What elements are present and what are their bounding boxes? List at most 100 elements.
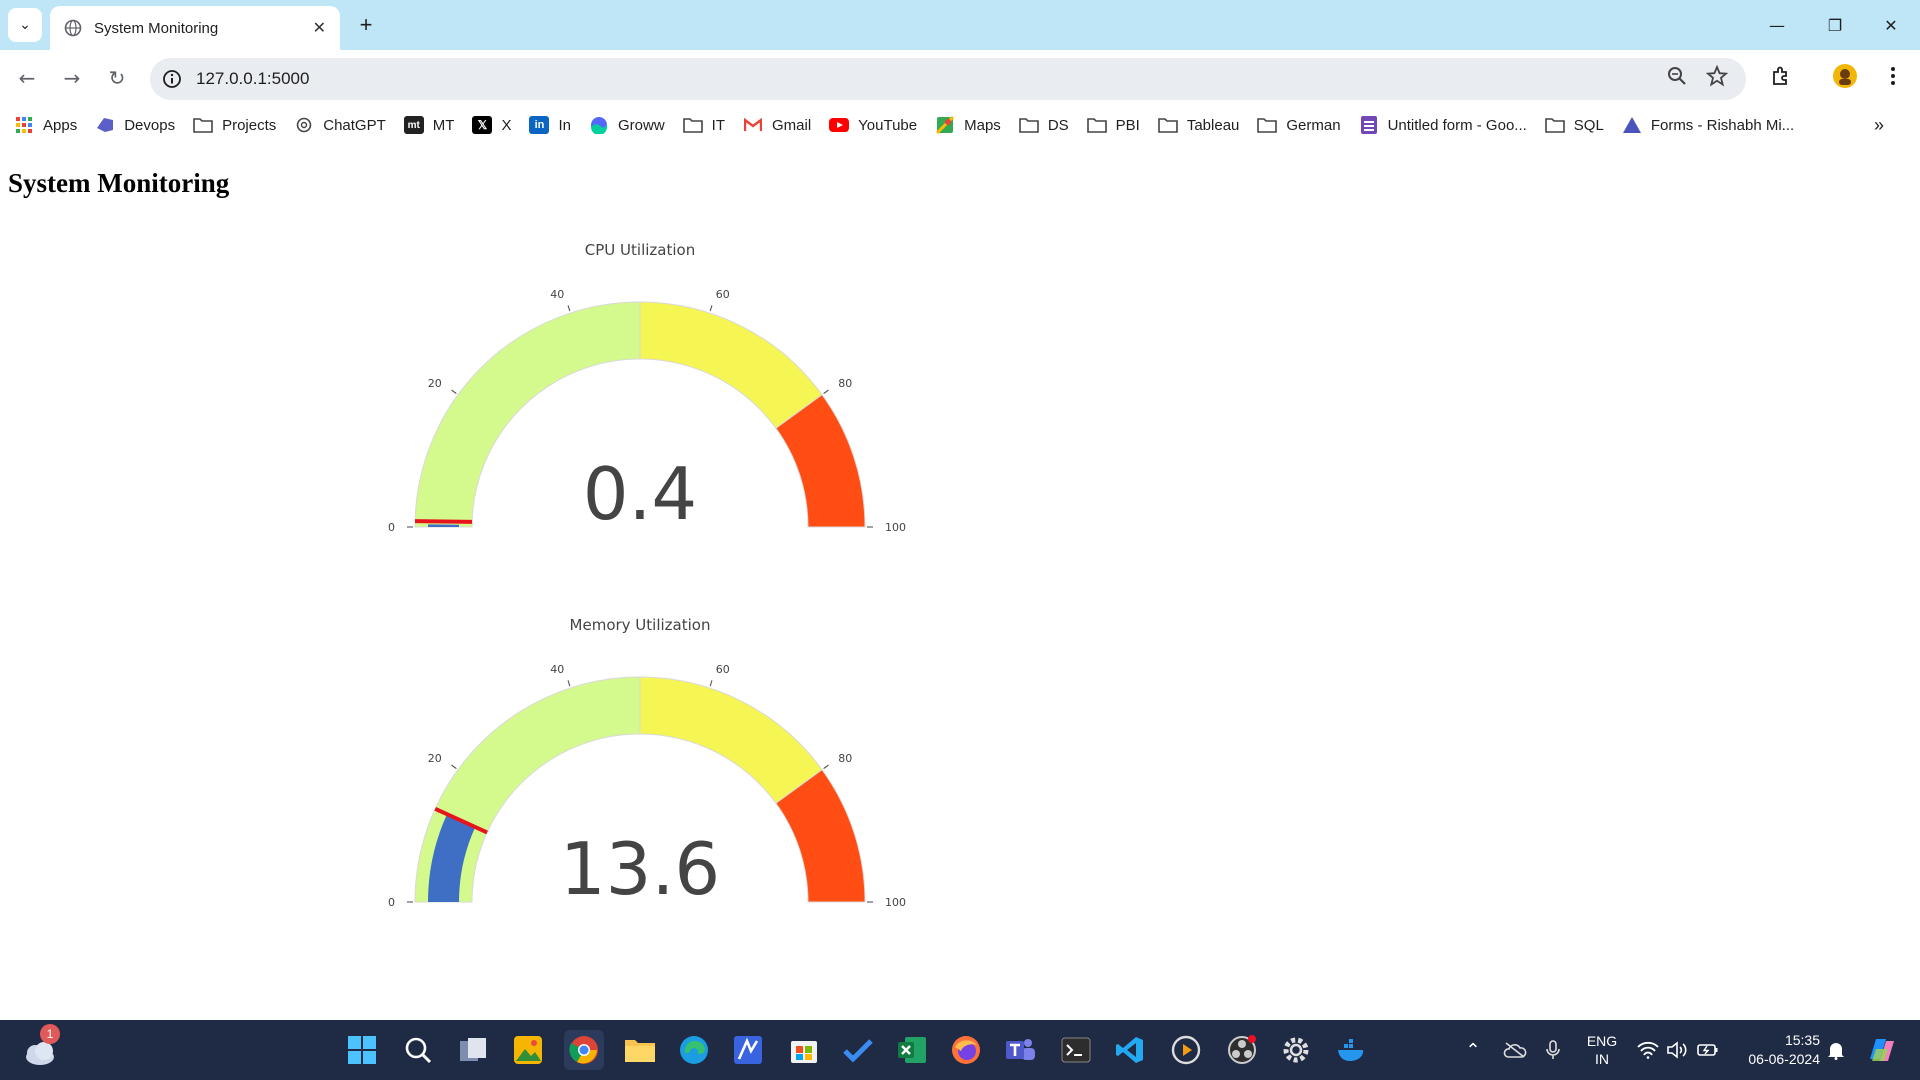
bookmark-linkedin[interactable]: in In xyxy=(529,116,571,134)
bookmark-tableau[interactable]: Tableau xyxy=(1158,116,1239,134)
bookmark-groww[interactable]: Groww xyxy=(589,116,665,134)
globe-icon xyxy=(64,19,82,37)
tab-search-button[interactable]: ⌄ xyxy=(8,8,42,42)
gauge-tick-mark xyxy=(823,389,829,394)
gauge-tick-label: 0 xyxy=(388,521,395,534)
search-icon[interactable] xyxy=(398,1030,438,1070)
show-hidden-icons-button[interactable]: ⌃ xyxy=(1458,1020,1488,1080)
docker-icon[interactable] xyxy=(1332,1030,1372,1070)
browser-menu-icon[interactable] xyxy=(1876,59,1910,93)
bookmark-pbi[interactable]: PBI xyxy=(1086,116,1140,134)
teams-icon[interactable] xyxy=(1000,1030,1040,1070)
address-bar[interactable]: 127.0.0.1:5000 xyxy=(150,58,1746,100)
close-tab-icon[interactable]: ✕ xyxy=(313,18,326,38)
google-forms-icon xyxy=(1359,116,1379,134)
tab-system-monitoring[interactable]: System Monitoring ✕ xyxy=(50,6,340,50)
gauge-tick-label: 0 xyxy=(388,896,395,909)
vscode-icon[interactable] xyxy=(1110,1030,1150,1070)
battery-icon[interactable] xyxy=(1694,1020,1722,1080)
bookmark-label: YouTube xyxy=(858,116,918,134)
close-window-button[interactable]: ✕ xyxy=(1862,0,1920,50)
page-content: System Monitoring CPU Utilization 0 20 40 60… xyxy=(0,142,1920,1020)
weather-widget-icon[interactable]: 1 xyxy=(20,1024,60,1070)
forms-icon xyxy=(1622,116,1642,134)
windows-start-icon[interactable] xyxy=(342,1030,382,1070)
zoom-icon[interactable] xyxy=(1660,59,1694,93)
forward-button[interactable]: → xyxy=(55,61,89,95)
gauge-tick-label: 20 xyxy=(428,377,442,390)
gauge-value-text: 0.4 xyxy=(583,452,698,536)
back-button[interactable]: ← xyxy=(10,61,44,95)
power-automate-icon[interactable] xyxy=(728,1030,768,1070)
bookmark-youtube[interactable]: YouTube xyxy=(829,116,917,134)
clock-time: 15:35 xyxy=(1784,1032,1820,1048)
gauge-tick-label: 100 xyxy=(885,521,906,534)
url-text: 127.0.0.1:5000 xyxy=(196,69,310,88)
bookmark-label: Projects xyxy=(222,116,277,134)
extensions-icon[interactable] xyxy=(1764,59,1798,93)
reload-button[interactable]: ↻ xyxy=(100,61,134,95)
bookmark-ds[interactable]: DS xyxy=(1019,116,1069,134)
apps-grid-icon xyxy=(14,116,34,134)
groww-icon xyxy=(589,116,609,134)
bookmark-sql[interactable]: SQL xyxy=(1544,116,1604,134)
new-tab-button[interactable]: + xyxy=(352,11,380,39)
gauge-tick-mark xyxy=(709,680,713,687)
folder-icon xyxy=(1257,116,1278,134)
obs-icon[interactable] xyxy=(1222,1030,1262,1070)
bookmark-devops[interactable]: Devops xyxy=(95,116,175,134)
more-bookmarks-icon[interactable]: » xyxy=(1874,115,1884,136)
edge-icon[interactable] xyxy=(674,1030,714,1070)
gauge-tick-label: 40 xyxy=(550,288,564,301)
file-explorer-icon[interactable] xyxy=(620,1030,660,1070)
language-indicator[interactable]: ENG IN xyxy=(1578,1020,1626,1080)
taskbar: 1 ⌃ ENG IN 15:35 06-06-2024 xyxy=(0,1020,1920,1080)
chatgpt-icon xyxy=(294,116,314,134)
media-player-icon[interactable] xyxy=(1166,1030,1206,1070)
clock[interactable]: 15:35 06-06-2024 xyxy=(1730,1020,1820,1080)
bookmark-forms[interactable]: Forms - Rishabh Mi... xyxy=(1622,116,1794,134)
bookmark-german[interactable]: German xyxy=(1257,116,1341,134)
firefox-icon[interactable] xyxy=(946,1030,986,1070)
minimize-button[interactable]: — xyxy=(1748,0,1806,50)
todo-icon[interactable] xyxy=(838,1030,878,1070)
bookmark-star-icon[interactable] xyxy=(1700,59,1734,93)
mt-icon: mt xyxy=(403,116,424,134)
copilot-icon[interactable] xyxy=(1862,1020,1902,1080)
folder-icon xyxy=(1158,116,1178,134)
restore-button[interactable]: ❐ xyxy=(1806,0,1864,50)
photos-app-icon[interactable] xyxy=(508,1030,548,1070)
bookmark-untitled-form[interactable]: Untitled form - Goo... xyxy=(1359,116,1527,134)
bookmark-chatgpt[interactable]: ChatGPT xyxy=(294,116,386,134)
microphone-icon[interactable] xyxy=(1540,1020,1566,1080)
gauge-tick-mark xyxy=(823,764,829,769)
bookmark-gmail[interactable]: Gmail xyxy=(743,116,811,134)
maps-icon xyxy=(935,116,955,134)
onedrive-icon[interactable] xyxy=(1500,1020,1530,1080)
bookmark-label: PBI xyxy=(1115,116,1140,134)
bookmark-label: ChatGPT xyxy=(323,116,386,134)
excel-icon[interactable] xyxy=(892,1030,932,1070)
chrome-taskbar-icon[interactable] xyxy=(564,1030,604,1070)
bookmark-label: Gmail xyxy=(772,116,812,134)
bookmark-maps[interactable]: Maps xyxy=(935,116,1001,134)
bookmark-projects[interactable]: Projects xyxy=(193,116,276,134)
wifi-icon[interactable] xyxy=(1634,1020,1662,1080)
settings-gear-icon[interactable] xyxy=(1276,1030,1316,1070)
bookmark-x[interactable]: 𝕏 X xyxy=(472,116,511,134)
profile-avatar-icon[interactable] xyxy=(1828,59,1862,93)
microsoft-store-icon[interactable] xyxy=(784,1030,824,1070)
task-view-icon[interactable] xyxy=(454,1030,494,1070)
volume-icon[interactable] xyxy=(1664,1020,1692,1080)
terminal-icon[interactable] xyxy=(1056,1030,1096,1070)
bookmark-mt[interactable]: mt MT xyxy=(403,116,454,134)
bookmark-apps[interactable]: Apps xyxy=(14,116,77,134)
notification-bell-icon[interactable] xyxy=(1822,1020,1850,1080)
bookmark-it[interactable]: IT xyxy=(682,116,725,134)
bookmark-label: X xyxy=(501,116,512,134)
gauge-value-text: 13.6 xyxy=(560,827,720,911)
gauge-tick-label: 20 xyxy=(428,752,442,765)
gauge-step-band xyxy=(639,676,823,804)
site-info-icon[interactable] xyxy=(162,69,182,89)
gauge-tick-mark xyxy=(451,389,457,394)
